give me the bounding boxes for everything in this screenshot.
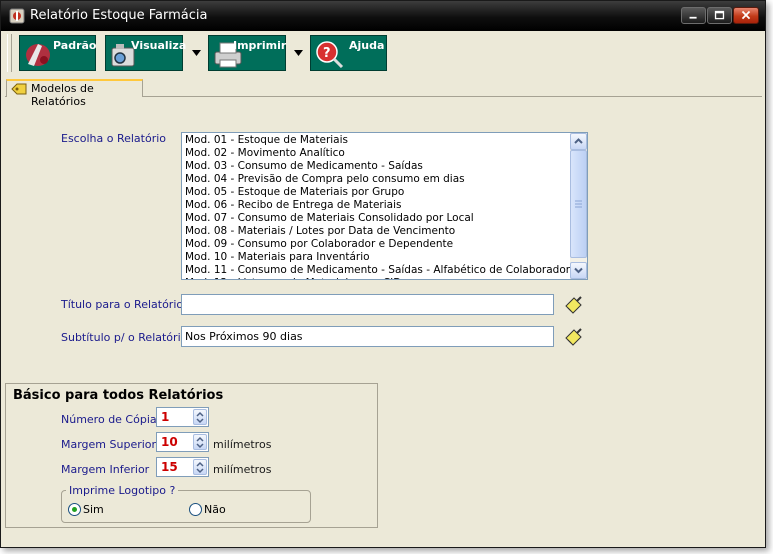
report-list-item[interactable]: Mod. 06 - Recibo de Entrega de Materiais: [185, 199, 570, 212]
report-list-item[interactable]: Mod. 09 - Consumo por Colaborador e Depe…: [185, 238, 570, 251]
report-list-item[interactable]: Mod. 02 - Movimento Analítico: [185, 147, 570, 160]
report-listbox[interactable]: Mod. 01 - Estoque de Materiais Mod. 02 - …: [181, 132, 588, 280]
padrao-button[interactable]: Padrão: [19, 35, 96, 71]
imprimir-dropdown-icon[interactable]: [294, 49, 303, 57]
report-list: Mod. 01 - Estoque de Materiais Mod. 02 - …: [185, 134, 570, 279]
app-icon: [9, 8, 25, 24]
report-list-item[interactable]: Mod. 04 - Previsão de Compra pelo consum…: [185, 173, 570, 186]
maximize-button[interactable]: [707, 7, 732, 24]
scroll-up-button[interactable]: [570, 133, 587, 150]
toolbar-grip[interactable]: [7, 34, 12, 72]
margin-top-unit: milímetros: [213, 438, 272, 451]
margin-top-spin-buttons[interactable]: [193, 434, 207, 450]
maximize-icon: [714, 10, 725, 20]
spin-arrows-icon: [196, 436, 204, 449]
report-list-item[interactable]: Mod. 12 - Listagem de Materiais com CID: [185, 277, 570, 279]
ajuda-button[interactable]: ? Ajuda: [310, 35, 387, 71]
spin-arrows-icon: [196, 461, 204, 474]
copies-spin-buttons[interactable]: [193, 409, 207, 425]
title-field-label: Título para o Relatório: [61, 298, 184, 311]
subtitle-input[interactable]: Nos Próximos 90 dias: [181, 326, 554, 347]
close-icon: [741, 10, 751, 20]
clear-title-brush-icon[interactable]: [565, 296, 583, 314]
report-default-icon: [26, 44, 50, 66]
report-list-item[interactable]: Mod. 10 - Materiais para Inventário: [185, 251, 570, 264]
chevron-down-icon: [574, 267, 583, 274]
margin-bottom-unit: milímetros: [213, 463, 272, 476]
help-magnifier-icon: ?: [316, 41, 344, 68]
ajuda-label: Ajuda: [349, 39, 385, 52]
close-button[interactable]: [733, 7, 759, 24]
visualiza-button[interactable]: Visualiza: [105, 35, 187, 71]
basic-settings-title: Básico para todos Relatórios: [13, 388, 224, 403]
logo-no-label[interactable]: Não: [204, 503, 226, 516]
visualiza-dropdown-icon[interactable]: [192, 49, 201, 57]
logo-option-title: Imprime Logotipo ?: [66, 484, 179, 497]
logo-yes-label[interactable]: Sim: [83, 503, 104, 516]
scroll-thumb[interactable]: [570, 150, 587, 258]
imprimir-label: Imprimir: [233, 39, 287, 52]
chevron-up-icon: [574, 138, 583, 144]
margin-bottom-label: Margem Inferior: [61, 463, 150, 476]
tab-modelos-relatorios[interactable]: Modelos de Relatórios: [6, 79, 143, 108]
report-list-item[interactable]: Mod. 05 - Estoque de Materiais por Grupo: [185, 186, 570, 199]
subtitle-field-label: Subtítulo p/ o Relatório: [61, 331, 188, 344]
copies-label: Número de Cópias: [61, 413, 163, 426]
copies-stepper[interactable]: 1: [156, 407, 209, 427]
margin-top-label: Margem Superior: [61, 438, 157, 451]
report-select-label: Escolha o Relatório: [61, 132, 167, 145]
margin-top-value: 10: [161, 435, 178, 449]
visualiza-label: Visualiza: [131, 39, 187, 52]
grip-lines-icon: [575, 200, 582, 208]
margin-bottom-spin-buttons[interactable]: [193, 459, 207, 475]
minimize-button[interactable]: [681, 7, 706, 24]
report-list-item[interactable]: Mod. 03 - Consumo de Medicamento - Saída…: [185, 160, 570, 173]
report-list-item[interactable]: Mod. 01 - Estoque de Materiais: [185, 134, 570, 147]
tag-icon: [11, 83, 27, 95]
spin-arrows-icon: [196, 411, 204, 424]
padrao-label: Padrão: [53, 39, 97, 52]
scroll-down-button[interactable]: [570, 262, 587, 279]
window-title: Relatório Estoque Farmácia: [30, 8, 208, 23]
margin-top-stepper[interactable]: 10: [156, 432, 209, 452]
logo-no-radio[interactable]: [189, 503, 202, 516]
imprimir-button[interactable]: Imprimir: [208, 35, 286, 71]
clear-subtitle-brush-icon[interactable]: [565, 328, 583, 346]
report-list-item[interactable]: Mod. 07 - Consumo de Materiais Consolida…: [185, 212, 570, 225]
title-input[interactable]: [181, 294, 554, 315]
report-list-item[interactable]: Mod. 08 - Materiais / Lotes por Data de …: [185, 225, 570, 238]
logo-yes-radio[interactable]: [68, 503, 81, 516]
title-bar[interactable]: Relatório Estoque Farmácia: [1, 1, 765, 31]
report-list-item[interactable]: Mod. 11 - Consumo de Medicamento - Saída…: [185, 264, 570, 277]
margin-bottom-stepper[interactable]: 15: [156, 457, 209, 477]
minimize-icon: [689, 16, 697, 19]
tab-label: Modelos de Relatórios: [31, 82, 94, 108]
copies-value: 1: [161, 410, 170, 424]
margin-bottom-value: 15: [161, 460, 178, 474]
svg-text:?: ?: [323, 46, 331, 61]
list-scrollbar[interactable]: [570, 133, 587, 279]
